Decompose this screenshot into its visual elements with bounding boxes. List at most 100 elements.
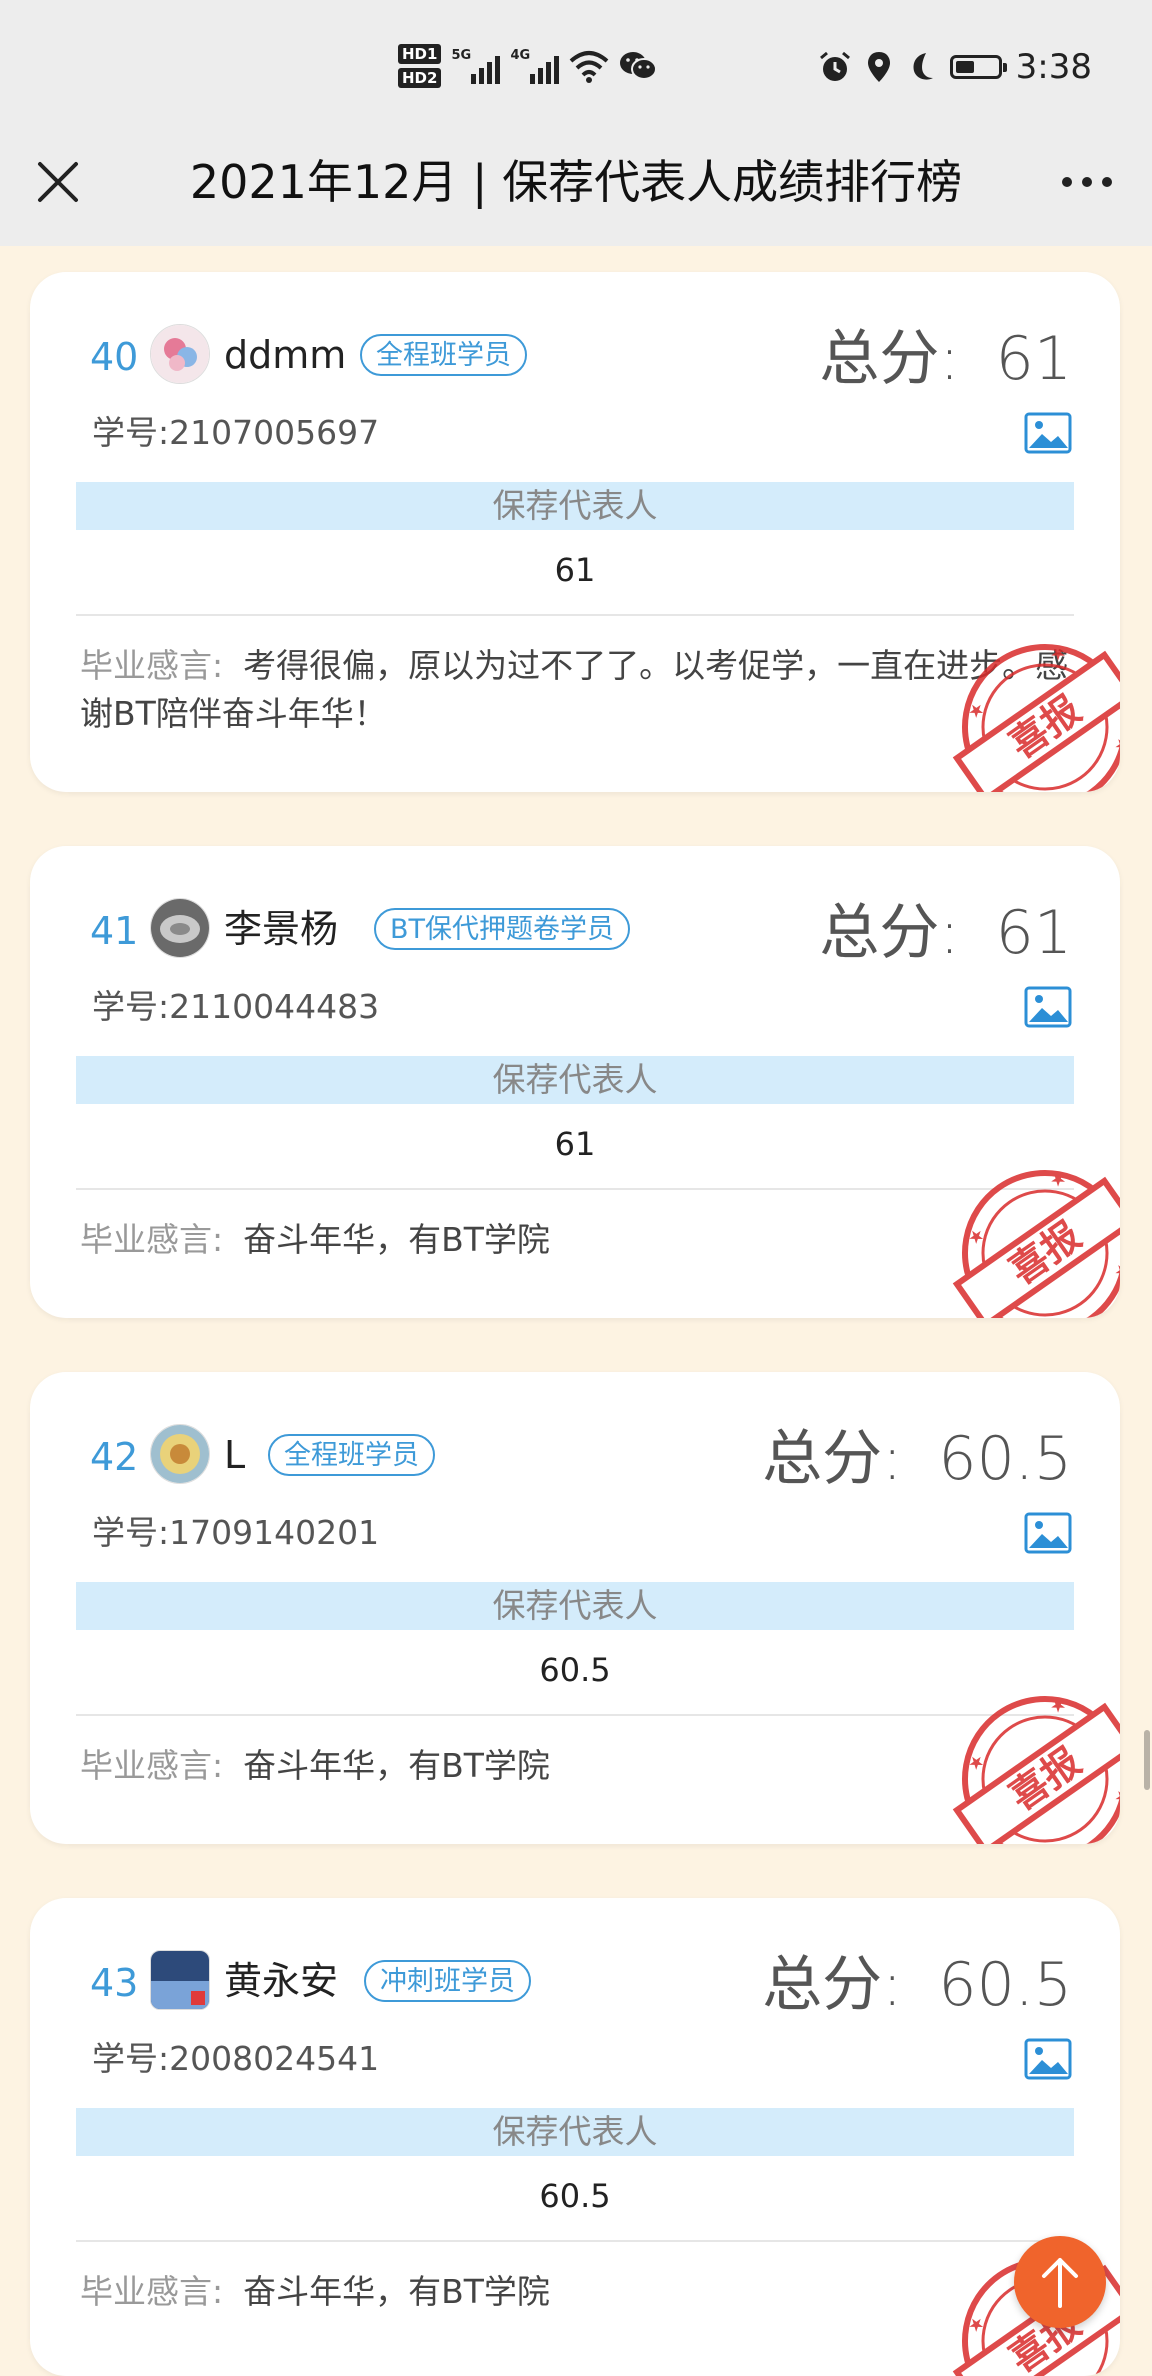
rank-card-41[interactable]: 41 李景杨 BT保代押题卷学员 总分: 61 学号:2110044483 保荐代… bbox=[30, 846, 1120, 1318]
score-label: 总分: bbox=[819, 324, 960, 394]
hd2-indicator: HD2 bbox=[398, 68, 442, 88]
battery-icon bbox=[949, 55, 1007, 79]
score-label: 总分: bbox=[819, 898, 960, 968]
graduation-speech: 毕业感言: 奋斗年华，有BT学院 bbox=[80, 1742, 1074, 1790]
student-name: L bbox=[224, 1433, 246, 1477]
graduation-speech: 毕业感言: 奋斗年华，有BT学院 bbox=[80, 2268, 1074, 2316]
location-icon bbox=[867, 52, 890, 82]
rank-number: 41 bbox=[90, 909, 139, 953]
back-to-top-button[interactable] bbox=[1014, 2236, 1106, 2328]
wechat-icon bbox=[620, 52, 658, 80]
moon-icon bbox=[913, 53, 933, 80]
student-name: ddmm bbox=[224, 333, 347, 377]
rank-card-43[interactable]: 43 黄永安 冲刺班学员 总分: 60.5 学号:2008024541 保荐代表人… bbox=[30, 1898, 1120, 2376]
svg-text:★: ★ bbox=[1110, 1784, 1120, 1810]
divider bbox=[76, 614, 1074, 616]
id-value: 2110044483 bbox=[169, 987, 380, 1026]
score-value: 60.5 bbox=[938, 1424, 1072, 1494]
nav-bar: 2021年12月 | 保荐代表人成绩排行榜 bbox=[0, 132, 1152, 246]
graduation-speech: 毕业感言: 考得很偏，原以为过不了了。以考促学，一直在进步。感谢BT陪伴奋斗年华！ bbox=[80, 642, 1074, 738]
signal-icon-2: 4G bbox=[510, 48, 560, 84]
status-bar: HD1 HD2 5G 4G 3:38 bbox=[0, 0, 1152, 132]
scrollbar-thumb[interactable] bbox=[1144, 1730, 1150, 1790]
total-score: 总分: 60.5 bbox=[762, 1424, 1072, 1494]
more-icon[interactable] bbox=[1052, 154, 1122, 210]
avatar bbox=[150, 324, 210, 384]
speech-text: 奋斗年华，有BT学院 bbox=[243, 2272, 550, 2311]
speech-label: 毕业感言: bbox=[80, 1746, 224, 1785]
subject-score: 61 bbox=[554, 551, 596, 589]
student-id: 学号:1709140201 bbox=[92, 1510, 379, 1556]
battery-level bbox=[955, 61, 974, 73]
total-score: 总分: 61 bbox=[819, 324, 1072, 394]
student-name: 李景杨 bbox=[224, 907, 339, 951]
avatar bbox=[150, 898, 210, 958]
speech-label: 毕业感言: bbox=[80, 2272, 224, 2311]
id-value: 2107005697 bbox=[169, 413, 380, 452]
total-score: 总分: 61 bbox=[819, 898, 1072, 968]
rank-number: 43 bbox=[90, 1961, 139, 2005]
speech-label: 毕业感言: bbox=[80, 1220, 224, 1259]
id-label: 学号: bbox=[92, 987, 170, 1026]
rank-number: 40 bbox=[90, 335, 139, 379]
stamp-icon: 喜报 ★ ★ ★ ★ bbox=[952, 1166, 1120, 1318]
class-tag: BT保代押题卷学员 bbox=[374, 908, 631, 950]
avatar bbox=[150, 1950, 210, 2010]
student-id: 学号:2107005697 bbox=[92, 410, 379, 456]
image-icon[interactable] bbox=[1024, 412, 1072, 454]
student-id: 学号:2110044483 bbox=[92, 984, 379, 1030]
student-name: 黄永安 bbox=[224, 1959, 339, 2003]
network-type-1: 5G bbox=[451, 48, 472, 63]
status-left: HD1 HD2 5G 4G bbox=[398, 36, 658, 96]
hd-indicators: HD1 HD2 bbox=[398, 44, 442, 88]
score-value: 60.5 bbox=[938, 1950, 1072, 2020]
stamp-icon: 喜报 ★ ★ ★ ★ bbox=[952, 640, 1120, 792]
avatar bbox=[150, 1424, 210, 1484]
hd1-indicator: HD1 bbox=[398, 44, 442, 64]
score-label: 总分: bbox=[762, 1424, 903, 1494]
rank-number: 42 bbox=[90, 1435, 139, 1479]
score-value: 61 bbox=[995, 324, 1072, 394]
graduation-speech: 毕业感言: 奋斗年华，有BT学院 bbox=[80, 1216, 1074, 1264]
id-label: 学号: bbox=[92, 1513, 170, 1552]
subject-bar: 保荐代表人 bbox=[76, 2108, 1074, 2156]
score-value: 61 bbox=[995, 898, 1072, 968]
class-tag: 全程班学员 bbox=[268, 1434, 435, 1476]
rank-card-40[interactable]: 40 ddmm 全程班学员 总分: 61 学号:2107005697 保荐代表人 … bbox=[30, 272, 1120, 792]
subject-score: 60.5 bbox=[539, 1651, 611, 1689]
divider bbox=[76, 2240, 1074, 2242]
speech-text: 考得很偏，原以为过不了了。以考促学，一直在进步。感谢BT陪伴奋斗年华！ bbox=[80, 646, 1069, 733]
image-icon[interactable] bbox=[1024, 986, 1072, 1028]
subject-bar: 保荐代表人 bbox=[76, 482, 1074, 530]
rank-card-42[interactable]: 42 L 全程班学员 总分: 60.5 学号:1709140201 保荐代表人 6… bbox=[30, 1372, 1120, 1844]
page-title: 2021年12月 | 保荐代表人成绩排行榜 bbox=[189, 155, 963, 209]
status-right: 3:38 bbox=[818, 42, 1092, 92]
subject-score: 61 bbox=[554, 1125, 596, 1163]
status-time: 3:38 bbox=[1015, 47, 1092, 87]
class-tag: 冲刺班学员 bbox=[364, 1960, 531, 2002]
speech-text: 奋斗年华，有BT学院 bbox=[243, 1220, 550, 1259]
subject-score: 60.5 bbox=[539, 2177, 611, 2215]
wifi-icon bbox=[570, 51, 609, 83]
total-score: 总分: 60.5 bbox=[762, 1950, 1072, 2020]
image-icon[interactable] bbox=[1024, 1512, 1072, 1554]
id-value: 1709140201 bbox=[169, 1513, 380, 1552]
class-tag: 全程班学员 bbox=[360, 334, 527, 376]
subject-bar: 保荐代表人 bbox=[76, 1582, 1074, 1630]
speech-label: 毕业感言: bbox=[80, 646, 224, 685]
id-label: 学号: bbox=[92, 413, 170, 452]
score-label: 总分: bbox=[762, 1950, 903, 2020]
image-icon[interactable] bbox=[1024, 2038, 1072, 2080]
svg-text:★: ★ bbox=[1110, 732, 1120, 758]
divider bbox=[76, 1714, 1074, 1716]
close-icon[interactable] bbox=[30, 154, 86, 210]
subject-bar: 保荐代表人 bbox=[76, 1056, 1074, 1104]
id-label: 学号: bbox=[92, 2039, 170, 2078]
student-id: 学号:2008024541 bbox=[92, 2036, 379, 2082]
network-type-2: 4G bbox=[510, 48, 531, 63]
stamp-icon: 喜报 ★ ★ ★ ★ bbox=[952, 1692, 1120, 1844]
signal-icon-1: 5G bbox=[451, 48, 501, 84]
id-value: 2008024541 bbox=[169, 2039, 380, 2078]
arrow-up-icon bbox=[1042, 2258, 1078, 2308]
alarm-icon bbox=[819, 51, 850, 81]
